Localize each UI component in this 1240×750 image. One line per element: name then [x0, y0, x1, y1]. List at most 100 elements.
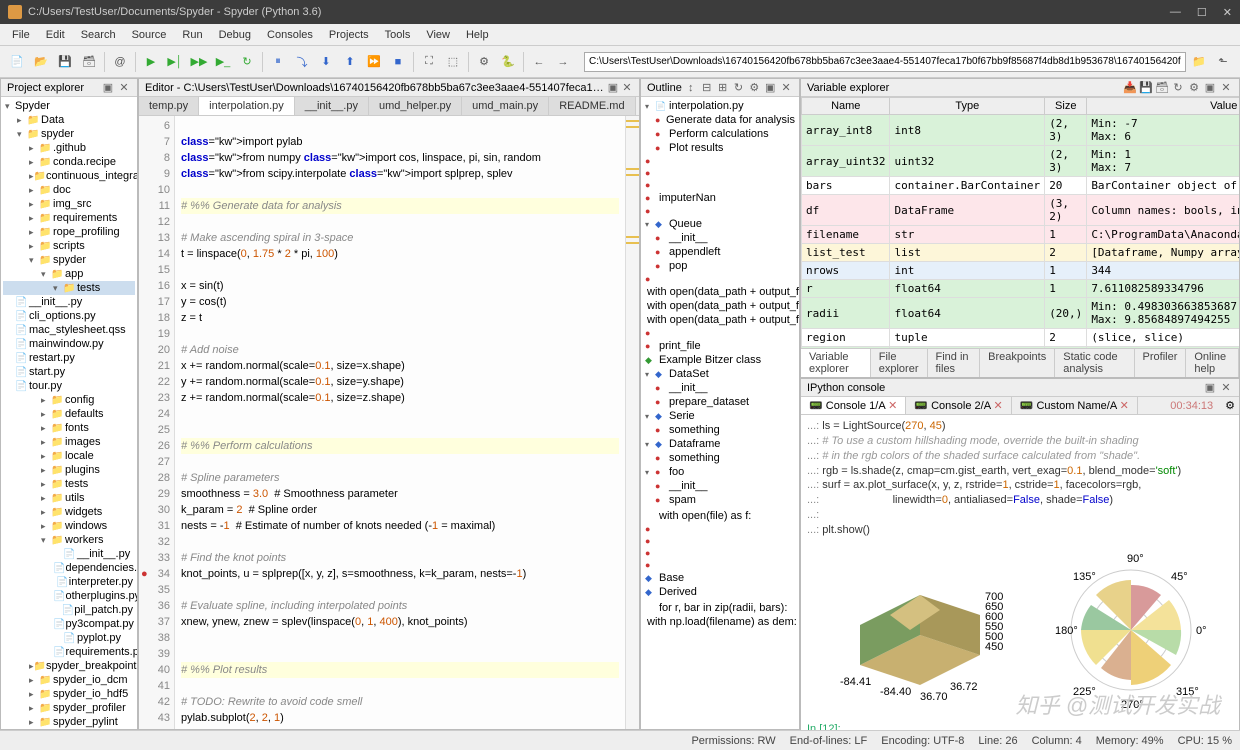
editor-tab[interactable]: README.md: [549, 97, 635, 115]
outline-restore-icon[interactable]: ↻: [731, 81, 745, 94]
variable-row[interactable]: nrowsint1344: [802, 262, 1240, 280]
outline-item[interactable]: ●__init__: [643, 381, 797, 395]
outline-expand-icon[interactable]: ⊞: [716, 81, 730, 94]
outline-item[interactable]: ▾◆Dataframe: [643, 437, 797, 451]
variable-row[interactable]: array_uint32uint32(2, 3)Min: 1 Max: 7: [802, 146, 1240, 177]
tree-item[interactable]: ▸windows: [3, 519, 135, 533]
stop-debug-icon[interactable]: ■: [387, 51, 409, 73]
python-path-icon[interactable]: 🐍: [497, 51, 519, 73]
outline-item[interactable]: ▾◆Queue: [643, 217, 797, 231]
tree-item[interactable]: ▸widgets: [3, 505, 135, 519]
tree-item[interactable]: ▸plugins: [3, 463, 135, 477]
maximize-icon[interactable]: ☐: [1197, 6, 1207, 19]
tree-item[interactable]: ▸spyder_io_dcm: [3, 673, 135, 687]
tree-item[interactable]: ▾spyder: [3, 253, 135, 267]
outline-item[interactable]: with open(file) as f:: [643, 509, 797, 523]
menu-run[interactable]: Run: [174, 27, 210, 43]
debug-icon[interactable]: ⏸: [267, 51, 289, 73]
ipython-body[interactable]: ...: ls = LightSource(270, 45) ...: # To…: [801, 415, 1239, 730]
menu-help[interactable]: Help: [458, 27, 497, 43]
back-icon[interactable]: ←: [528, 51, 550, 73]
panel-close-icon[interactable]: ✕: [117, 81, 131, 94]
step-out-icon[interactable]: ⬆: [339, 51, 361, 73]
working-dir-input[interactable]: [584, 52, 1186, 72]
outline-item[interactable]: ▾◆Serie: [643, 409, 797, 423]
tree-item[interactable]: ▸continuous_integration: [3, 169, 135, 183]
outline-item[interactable]: ●prepare_dataset: [643, 395, 797, 409]
menu-source[interactable]: Source: [124, 27, 175, 43]
outline-tree[interactable]: ▾📄interpolation.py●Generate data for ana…: [641, 97, 799, 729]
menu-search[interactable]: Search: [73, 27, 124, 43]
panel-close-icon[interactable]: ✕: [779, 81, 793, 94]
console-tab[interactable]: 📟 Console 1/A ✕: [801, 397, 906, 414]
outline-item[interactable]: ●something: [643, 423, 797, 437]
outline-item[interactable]: ●__init__: [643, 231, 797, 245]
editor-tab[interactable]: interpolation.py: [199, 97, 295, 115]
panel-undock-icon[interactable]: ▣: [1203, 381, 1217, 394]
tree-item[interactable]: ▸spyder_io_hdf5: [3, 687, 135, 701]
tree-item[interactable]: ▸rope_profiling: [3, 225, 135, 239]
outline-item[interactable]: ▾◆DataSet: [643, 367, 797, 381]
panel-options-icon[interactable]: ⚙: [1187, 81, 1201, 94]
outline-item[interactable]: ●: [643, 167, 797, 179]
menu-projects[interactable]: Projects: [321, 27, 377, 43]
minimize-icon[interactable]: —: [1170, 6, 1181, 19]
varex-tab[interactable]: Breakpoints: [980, 349, 1055, 377]
outline-item[interactable]: ●: [643, 179, 797, 191]
outline-item[interactable]: ●Generate data for analysis: [643, 113, 797, 127]
tree-item[interactable]: restart.py: [3, 351, 135, 365]
menu-tools[interactable]: Tools: [377, 27, 419, 43]
varex-tab[interactable]: Online help: [1186, 349, 1239, 377]
tree-item[interactable]: ▸spyder_profiler: [3, 701, 135, 715]
tree-item[interactable]: py3compat.py: [3, 617, 135, 631]
tree-item[interactable]: cli_options.py: [3, 309, 135, 323]
varex-import-icon[interactable]: 📥: [1123, 81, 1137, 94]
outline-item[interactable]: ▾●foo: [643, 465, 797, 479]
editor-tab[interactable]: umd_main.py: [462, 97, 549, 115]
tree-item[interactable]: ▾workers: [3, 533, 135, 547]
tree-item[interactable]: otherplugins.py: [3, 589, 135, 603]
tree-item[interactable]: ▸doc: [3, 183, 135, 197]
outline-item[interactable]: ●something: [643, 451, 797, 465]
outline-item[interactable]: ●print_file: [643, 339, 797, 353]
minimap[interactable]: [625, 116, 639, 729]
tree-item[interactable]: ▸spyder_pylint: [3, 715, 135, 729]
tree-item[interactable]: ▾spyder: [3, 127, 135, 141]
outline-item[interactable]: with open(data_path + output_file_n...: [643, 313, 797, 327]
outline-item[interactable]: ●: [643, 327, 797, 339]
menu-edit[interactable]: Edit: [38, 27, 73, 43]
varex-saveall-icon[interactable]: 🗃: [1155, 81, 1169, 94]
save-icon[interactable]: 💾: [54, 51, 76, 73]
panel-close-icon[interactable]: ✕: [1219, 381, 1233, 394]
outline-item[interactable]: ◆Derived: [643, 585, 797, 599]
step-over-icon[interactable]: ⤵: [291, 51, 313, 73]
at-icon[interactable]: @: [109, 51, 131, 73]
editor-tab[interactable]: umd_helper.py: [369, 97, 462, 115]
tree-item[interactable]: ▸tests: [3, 477, 135, 491]
variable-row[interactable]: list_testlist2[Dataframe, Numpy array]: [802, 244, 1240, 262]
tree-item[interactable]: ▸Data: [3, 113, 135, 127]
variable-row[interactable]: radiifloat64(20,)Min: 0.498303663853687 …: [802, 298, 1240, 329]
run-cell-icon[interactable]: ▶│: [164, 51, 186, 73]
tree-item[interactable]: ▸utils: [3, 491, 135, 505]
variable-table[interactable]: NameTypeSizeValuearray_int8int8(2, 3)Min…: [801, 97, 1239, 348]
variable-row[interactable]: regiontuple2(slice, slice): [802, 329, 1240, 347]
varex-tab[interactable]: Find in files: [928, 349, 981, 377]
variable-row[interactable]: dfDataFrame(3, 2)Column names: bools, in…: [802, 195, 1240, 226]
ipython-prompt[interactable]: In [12]:: [801, 718, 1239, 730]
outline-item[interactable]: with open(data_path + output_file_n...: [643, 285, 797, 299]
variable-row[interactable]: rfloat6417.611082589334796: [802, 280, 1240, 298]
run-selection-icon[interactable]: ▶_: [212, 51, 234, 73]
preferences-icon[interactable]: ⚙: [473, 51, 495, 73]
new-file-icon[interactable]: 📄: [6, 51, 28, 73]
line-gutter[interactable]: 6789101112131415161718192021222324252627…: [139, 116, 175, 729]
menu-debug[interactable]: Debug: [211, 27, 259, 43]
open-file-icon[interactable]: 📂: [30, 51, 52, 73]
outline-item[interactable]: ●Plot results: [643, 141, 797, 155]
outline-item[interactable]: ●__init__: [643, 479, 797, 493]
tree-item[interactable]: __init__.py: [3, 295, 135, 309]
tree-item[interactable]: requirements.py: [3, 645, 135, 659]
tree-item[interactable]: ▸defaults: [3, 407, 135, 421]
panel-undock-icon[interactable]: ▣: [101, 81, 115, 94]
forward-icon[interactable]: →: [552, 51, 574, 73]
